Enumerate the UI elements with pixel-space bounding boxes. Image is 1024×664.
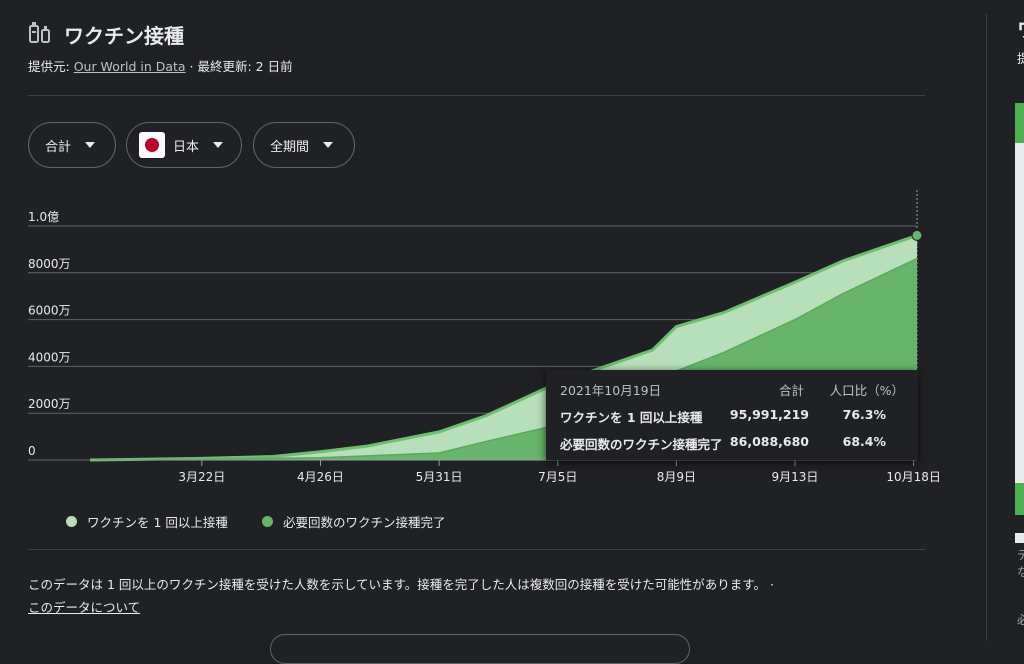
period-dropdown-label: 全期間: [270, 139, 310, 155]
tooltip-col-total: 合計: [778, 383, 804, 398]
next-card-image: [1015, 103, 1024, 515]
about-data-link[interactable]: このデータについて: [28, 597, 140, 616]
y-tick-label: 0: [28, 444, 36, 458]
footer-divider: [28, 549, 925, 550]
more-button[interactable]: [270, 634, 690, 664]
metric-dropdown[interactable]: 合計: [28, 122, 116, 168]
provider-label: 提供元:: [28, 59, 74, 74]
y-tick-label: 4000万: [28, 350, 71, 364]
syringe-icon: [29, 22, 50, 43]
country-dropdown-label: 日本: [173, 139, 200, 155]
x-tick-label: 3月22日: [178, 470, 225, 484]
x-tick-label: 10月18日: [886, 470, 941, 484]
tooltip-col-pct: 人口比（%）: [829, 383, 904, 398]
y-tick-label: 6000万: [28, 304, 71, 318]
page-title: ワクチン接種: [64, 24, 184, 48]
tooltip-row-total: 86,088,680: [729, 434, 809, 449]
next-card-subtitle: 提: [1017, 51, 1024, 66]
y-tick-label: 8000万: [28, 257, 71, 271]
vaccination-card: ワクチン接種 提供元: Our World in Data · 最終更新: 2 …: [0, 0, 960, 664]
tooltip-row-pct: 68.4%: [842, 434, 886, 449]
next-card-text: な: [1017, 565, 1024, 579]
x-tick-label: 8月9日: [657, 470, 696, 484]
chevron-down-icon: [213, 142, 224, 148]
legend-label: ワクチンを 1 回以上接種: [87, 515, 228, 530]
next-card-text: 必: [1017, 613, 1024, 627]
chart-tooltip: 2021年10月19日 合計 人口比（%） ワクチンを 1 回以上接種 95,9…: [546, 370, 918, 460]
japan-flag-icon: [139, 132, 165, 158]
x-tick-label: 5月31日: [416, 470, 463, 484]
header-divider: [28, 95, 925, 96]
chevron-down-icon: [85, 142, 96, 148]
next-card-bullet: [1015, 533, 1024, 543]
legend-swatch: [262, 516, 273, 527]
legend-label: 必要回数のワクチン接種完了: [283, 515, 446, 530]
legend-item-first-dose[interactable]: ワクチンを 1 回以上接種: [66, 512, 228, 531]
tooltip-row-label: ワクチンを 1 回以上接種: [560, 410, 703, 425]
y-tick-label: 1.0億: [28, 210, 59, 224]
tooltip-date: 2021年10月19日: [560, 383, 662, 398]
last-updated: · 最終更新: 2 日前: [185, 59, 293, 74]
y-tick-label: 2000万: [28, 397, 71, 411]
next-card-text: デ: [1017, 548, 1024, 562]
source-link[interactable]: Our World in Data: [74, 59, 186, 74]
chevron-down-icon: [323, 142, 334, 148]
tooltip-row-total: 95,991,219: [729, 407, 809, 422]
next-card-preview[interactable]: ワ 提 デ な 必: [987, 0, 1024, 641]
x-tick-label: 9月13日: [772, 470, 819, 484]
tooltip-row-pct: 76.3%: [842, 407, 886, 422]
tooltip-row-label: 必要回数のワクチン接種完了: [560, 437, 723, 452]
x-tick-label: 4月26日: [297, 470, 344, 484]
period-dropdown[interactable]: 全期間: [253, 122, 355, 168]
legend-swatch: [66, 516, 77, 527]
source-line: 提供元: Our World in Data · 最終更新: 2 日前: [28, 56, 293, 75]
country-dropdown[interactable]: 日本: [126, 122, 242, 168]
metric-dropdown-label: 合計: [45, 139, 72, 155]
x-tick-label: 7月5日: [538, 470, 577, 484]
data-note: このデータは 1 回以上のワクチン接種を受けた人数を示しています。接種を完了した…: [28, 577, 774, 592]
next-card-title: ワ: [1017, 14, 1024, 43]
hover-point: [911, 229, 923, 241]
legend-item-fully-vaccinated[interactable]: 必要回数のワクチン接種完了: [262, 512, 446, 531]
